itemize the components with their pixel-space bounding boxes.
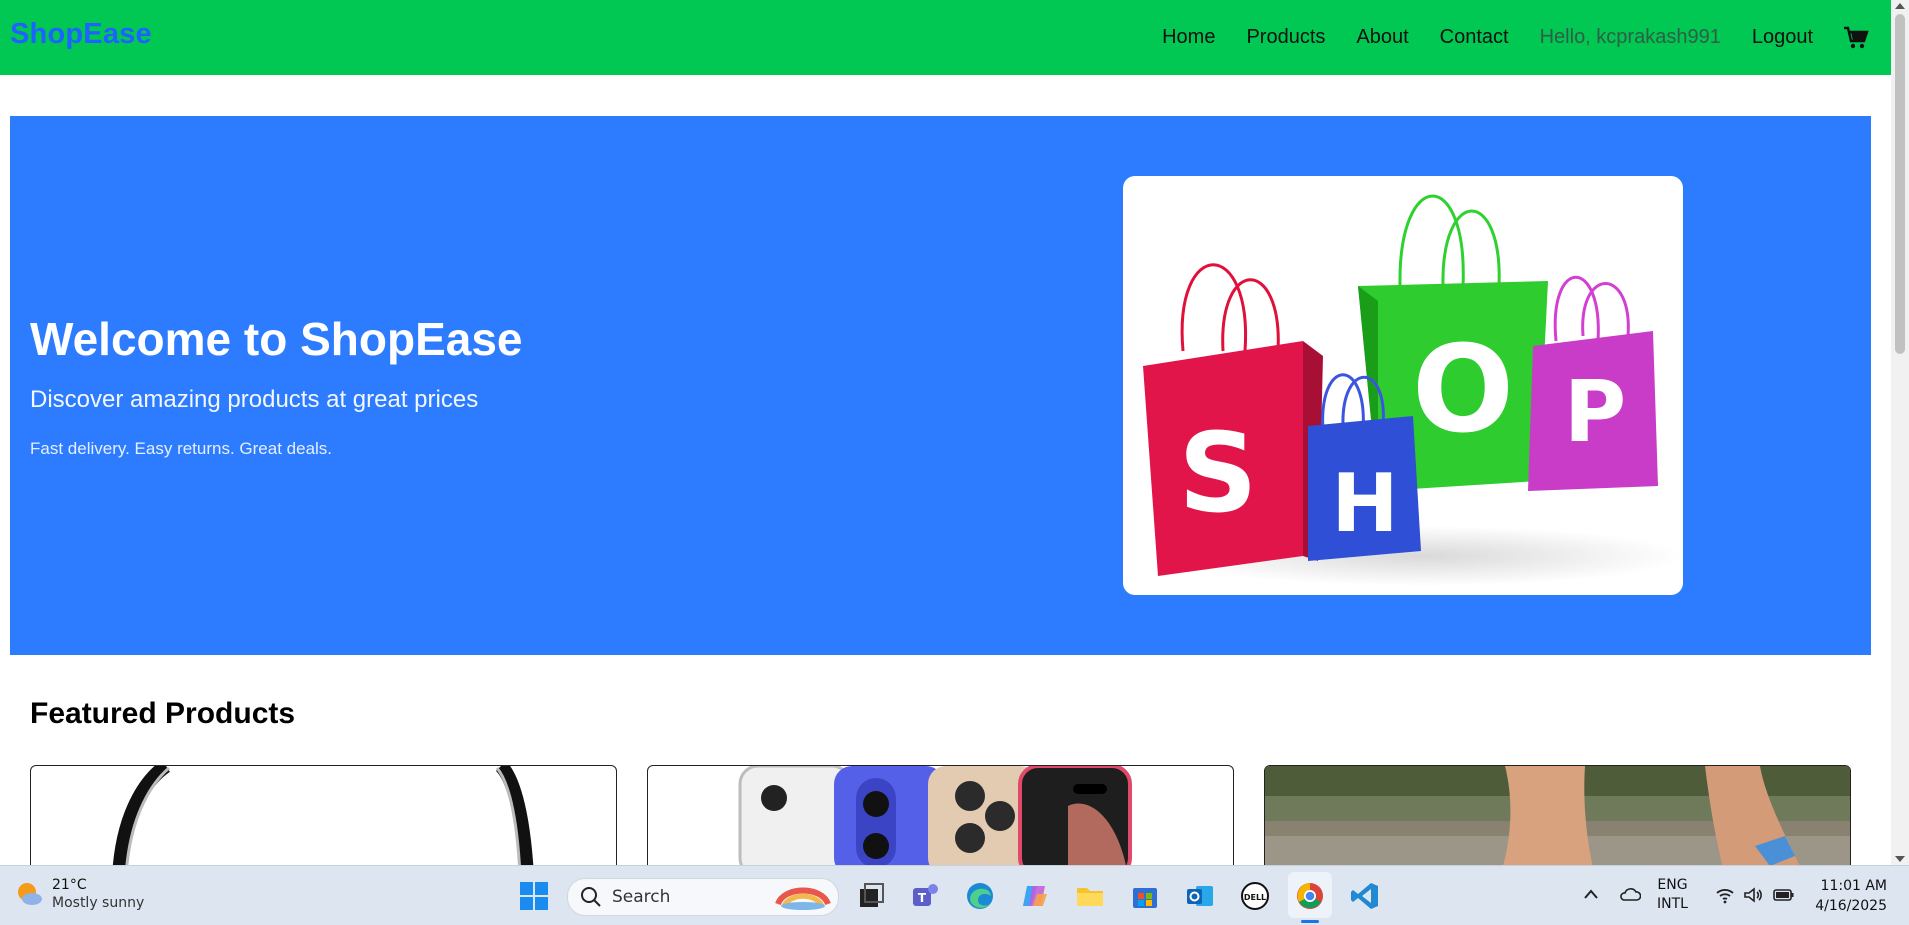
bag-letter-o: O (1412, 321, 1514, 460)
weather-description: Mostly sunny (52, 895, 145, 911)
bag-letter-p: P (1564, 363, 1626, 462)
scroll-up-arrow-icon[interactable] (1895, 3, 1905, 9)
svg-text:T: T (918, 891, 927, 905)
scroll-thumb[interactable] (1895, 14, 1905, 354)
product-card-phones[interactable] (647, 765, 1234, 877)
chrome-icon[interactable] (1294, 880, 1326, 912)
hero-subtitle: Discover amazing products at great price… (30, 386, 479, 413)
battery-icon[interactable] (1773, 888, 1795, 902)
task-view-icon[interactable] (855, 880, 887, 912)
nav-links: Home Products About Contact Hello, kcpra… (1131, 0, 1869, 75)
show-hidden-icons-chevron-icon[interactable] (1583, 888, 1599, 900)
windows-start-icon[interactable] (518, 880, 550, 912)
system-clock[interactable]: 11:01 AM 4/16/2025 (1815, 876, 1887, 916)
outlook-icon[interactable] (1184, 880, 1216, 912)
user-greeting: Hello, kcprakash991 (1539, 26, 1721, 48)
nav-about-link[interactable]: About (1356, 26, 1408, 49)
copilot-icon[interactable] (1019, 880, 1051, 912)
scroll-down-arrow-icon[interactable] (1895, 856, 1905, 862)
onedrive-cloud-icon[interactable] (1619, 886, 1641, 902)
nav-products-link[interactable]: Products (1246, 26, 1325, 49)
nav-home-link[interactable]: Home (1162, 26, 1215, 49)
product-card-shoes[interactable] (1264, 765, 1851, 877)
shop-bags-image: S H O P (1123, 176, 1683, 595)
vscode-icon[interactable] (1349, 880, 1381, 912)
hero-title: Welcome to ShopEase (30, 313, 523, 365)
svg-text:DELL: DELL (1244, 893, 1266, 902)
nav-contact-link[interactable]: Contact (1440, 26, 1509, 49)
partly-sunny-icon (18, 883, 42, 905)
product-card-headphones[interactable] (30, 765, 617, 877)
taskbar-search-input[interactable]: Search (567, 878, 839, 916)
search-placeholder: Search (612, 887, 671, 907)
teams-icon[interactable]: T (909, 880, 941, 912)
hero-tagline: Fast delivery. Easy returns. Great deals… (30, 439, 333, 458)
volume-icon[interactable] (1743, 886, 1763, 904)
search-icon (581, 887, 601, 907)
logout-link[interactable]: Logout (1752, 26, 1813, 49)
hero-banner: Welcome to ShopEase Discover amazing pro… (10, 116, 1871, 655)
os-taskbar: 21°C Mostly sunny Search T DELL ENG INTL… (0, 865, 1909, 925)
smartphones-image (738, 766, 1132, 876)
clock-time: 11:01 AM (1820, 878, 1887, 894)
shoes-image (1265, 766, 1850, 876)
shop-bags-illustration: S H O P (1143, 194, 1683, 586)
bag-letter-s: S (1178, 409, 1257, 537)
featured-products-heading: Featured Products (30, 697, 296, 730)
search-highlight-icon (775, 887, 831, 910)
microsoft-store-icon[interactable] (1129, 880, 1161, 912)
chrome-active-indicator (1301, 920, 1319, 923)
weather-temperature: 21°C (52, 877, 87, 893)
shopping-cart-icon[interactable] (1843, 26, 1869, 50)
headphones-image (112, 766, 534, 876)
top-navbar: ShopEase Home Products About Contact Hel… (0, 0, 1891, 75)
clock-date: 4/16/2025 (1815, 898, 1887, 914)
edge-browser-icon[interactable] (964, 880, 996, 912)
weather-widget[interactable]: 21°C Mostly sunny (14, 876, 144, 912)
file-explorer-icon[interactable] (1074, 880, 1106, 912)
page-scrollbar[interactable] (1891, 0, 1909, 865)
dell-app-icon[interactable]: DELL (1239, 880, 1271, 912)
bag-letter-h: H (1332, 457, 1399, 550)
brand-logo[interactable]: ShopEase (10, 18, 152, 51)
wifi-icon[interactable] (1715, 886, 1735, 904)
language-indicator[interactable]: ENG INTL (1657, 876, 1688, 914)
